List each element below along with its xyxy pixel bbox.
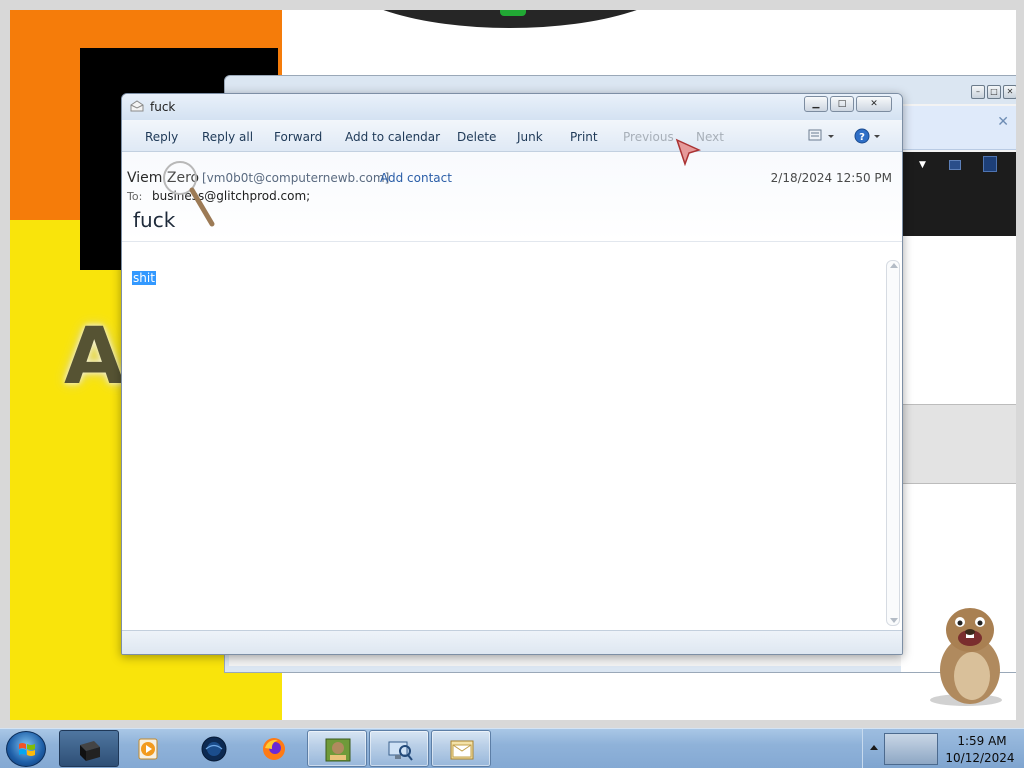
reply-button[interactable]: Reply: [145, 130, 178, 144]
delete-button[interactable]: Delete: [457, 130, 496, 144]
maximize-icon[interactable]: □: [987, 85, 1001, 99]
recipient-address[interactable]: business@glitchprod.com;: [152, 189, 310, 203]
start-button[interactable]: [6, 731, 46, 767]
junk-button[interactable]: Junk: [517, 130, 543, 144]
reply-all-button[interactable]: Reply all: [202, 130, 253, 144]
infobar-close-icon[interactable]: ✕: [997, 114, 1009, 130]
scroll-down-icon[interactable]: [890, 618, 898, 623]
taskbar-beaver-box-button[interactable]: [307, 730, 367, 767]
top-green-light: [500, 6, 526, 16]
vertical-scrollbar[interactable]: [886, 260, 900, 626]
envelope-icon: [130, 100, 144, 112]
background-window-gray-band: [901, 404, 1023, 484]
add-to-calendar-button[interactable]: Add to calendar: [345, 130, 440, 144]
message-toolbar: Reply Reply all Forward Add to calendar …: [122, 120, 902, 152]
wallpaper-letter-glyph: A: [64, 312, 125, 402]
mail-window-icon: [450, 740, 474, 760]
sender-email: [vm0b0t@computernewb.com]: [202, 171, 390, 185]
add-contact-link[interactable]: Add contact: [380, 171, 452, 185]
message-subject: fuck: [133, 208, 176, 232]
view-options-icon[interactable]: [808, 128, 836, 144]
firefox-icon: [263, 738, 285, 760]
close-button[interactable]: ✕: [856, 96, 892, 112]
message-body[interactable]: shit: [122, 242, 884, 630]
minimize-icon[interactable]: –: [971, 85, 985, 99]
tray-beaver-box-icon[interactable]: [884, 733, 938, 765]
media-player-icon: [138, 738, 158, 760]
svg-text:?: ?: [859, 132, 865, 143]
minimize-button[interactable]: ▁: [804, 96, 828, 112]
windows-logo-icon: [19, 743, 35, 756]
globe-icon: [201, 736, 227, 762]
background-window-panel: [901, 236, 1023, 404]
message-header: Viem Zero [vm0b0t@computernewb.com] Add …: [122, 152, 902, 242]
title-bar[interactable]: fuck ▁ □ ✕: [122, 94, 902, 120]
restore-button[interactable]: □: [830, 96, 854, 112]
taskbar: 1:59 AM 10/12/2024: [0, 728, 1024, 768]
previous-button[interactable]: Previous: [623, 130, 674, 144]
clock-date[interactable]: 10/12/2024: [942, 751, 1018, 765]
black-box-icon: [80, 741, 100, 761]
taskbar-globe-button[interactable]: [184, 730, 244, 767]
window-controls: ▁ □ ✕: [804, 96, 892, 112]
close-icon[interactable]: ✕: [1003, 85, 1017, 99]
toolbar-page-icon[interactable]: [983, 156, 997, 172]
dropdown-arrow-icon[interactable]: ▼: [919, 160, 926, 170]
message-date: 2/18/2024 12:50 PM: [770, 171, 892, 185]
scroll-up-icon[interactable]: [890, 263, 898, 268]
forward-button[interactable]: Forward: [274, 130, 322, 144]
toolbar-square-icon[interactable]: [949, 160, 961, 170]
computer-search-icon: [388, 741, 413, 761]
selected-body-text[interactable]: shit: [132, 271, 156, 285]
taskbar-mail-button[interactable]: [431, 730, 491, 767]
desktop: A – □ ✕ ✕ ▼ fuck ▁ □ ✕ Reply Reply all F…: [0, 0, 1024, 728]
show-hidden-icons-arrow-icon[interactable]: [870, 745, 878, 750]
status-bar: [122, 630, 902, 654]
taskbar-computer-search-button[interactable]: [369, 730, 429, 767]
print-button[interactable]: Print: [570, 130, 598, 144]
background-window-lower-panel: [901, 484, 1023, 672]
sender-name[interactable]: Viem Zero: [127, 170, 199, 186]
window-title: fuck: [150, 100, 176, 114]
to-label: To:: [127, 190, 143, 203]
beaver-box-icon: [325, 738, 351, 762]
help-icon[interactable]: ?: [854, 128, 884, 144]
taskbar-black-window-button[interactable]: [59, 730, 119, 767]
clock-time[interactable]: 1:59 AM: [950, 734, 1014, 748]
next-button[interactable]: Next: [696, 130, 724, 144]
taskbar-firefox-button[interactable]: [244, 730, 304, 767]
background-window-controls: – □ ✕: [971, 85, 1017, 99]
taskbar-media-player-button[interactable]: [118, 730, 178, 767]
mail-message-window[interactable]: fuck ▁ □ ✕ Reply Reply all Forward Add t…: [121, 93, 903, 655]
